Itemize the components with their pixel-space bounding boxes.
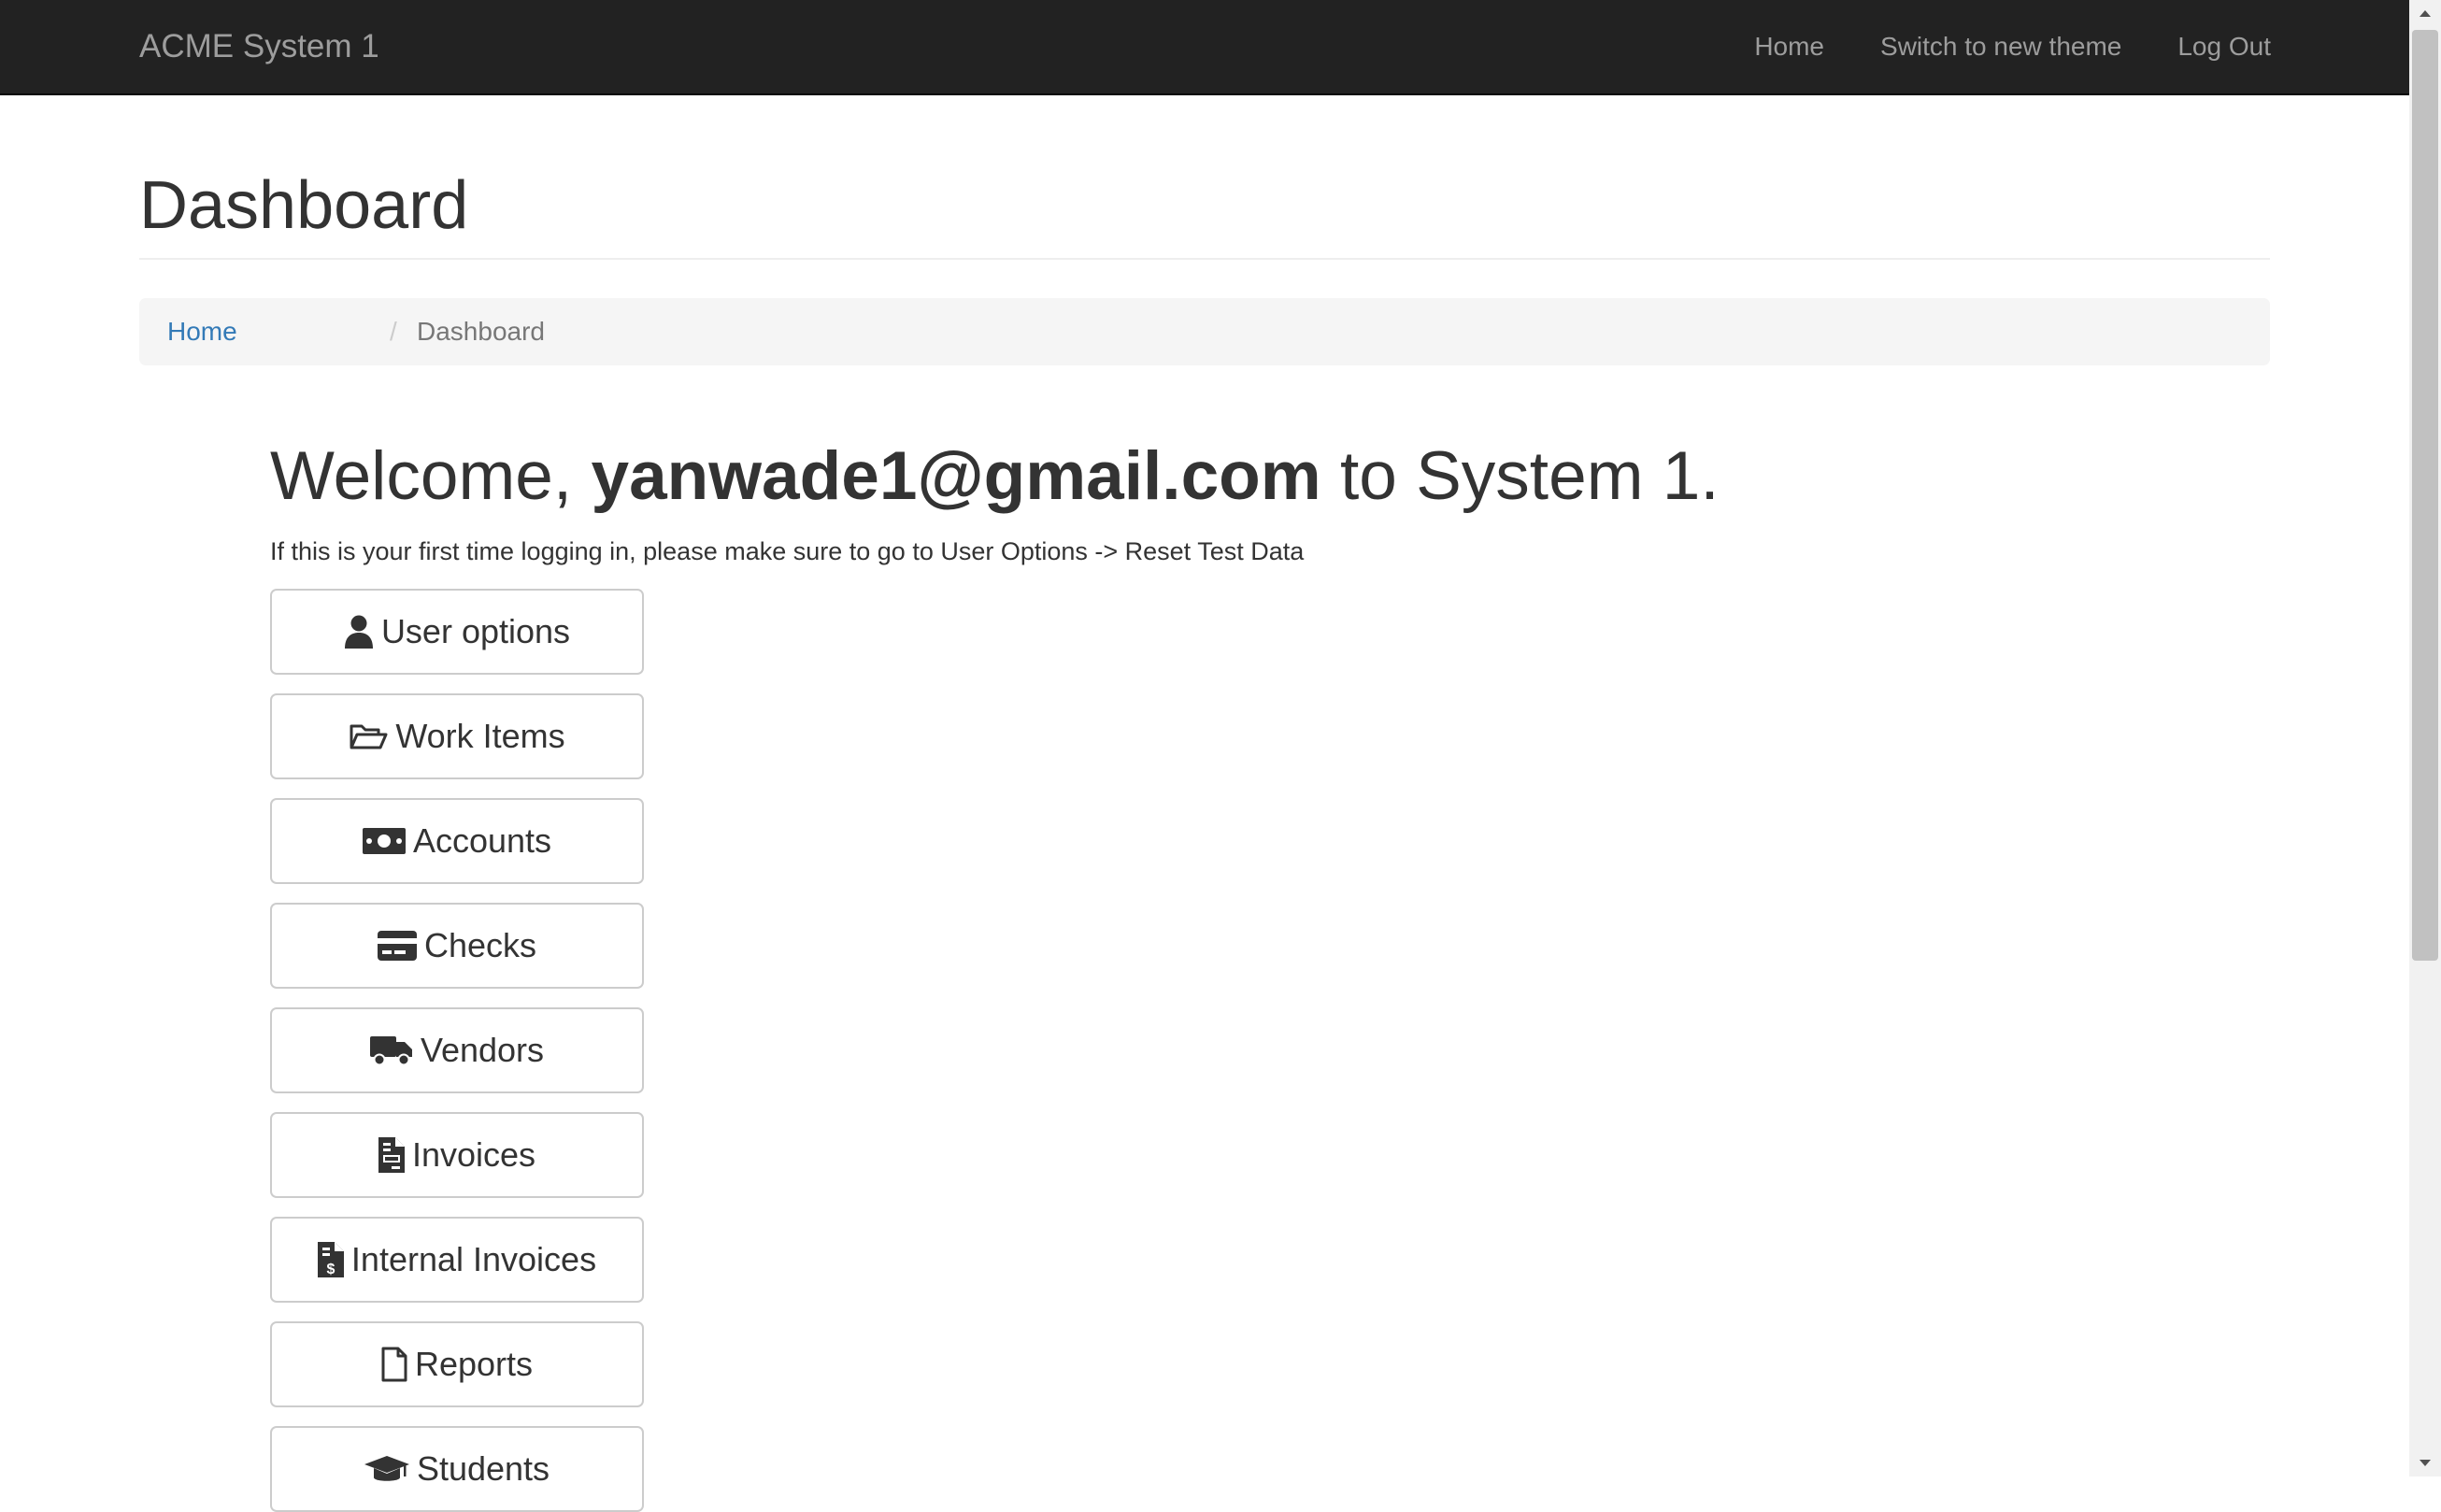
students-label: Students — [416, 1449, 550, 1488]
accounts-button[interactable]: Accounts — [270, 798, 644, 884]
breadcrumb-separator: / — [390, 317, 397, 346]
vendors-label: Vendors — [420, 1031, 545, 1069]
welcome-prefix: Welcome, — [270, 438, 592, 514]
invoices-button[interactable]: Invoices — [270, 1112, 644, 1198]
welcome-heading: Welcome, yanwade1@gmail.com to System 1. — [270, 425, 1720, 528]
file-icon — [381, 1347, 407, 1382]
vertical-scrollbar[interactable] — [2409, 0, 2441, 1476]
user-icon — [344, 615, 374, 649]
title-divider — [139, 258, 2270, 260]
welcome-email: yanwade1@gmail.com — [591, 438, 1321, 514]
breadcrumb-current: Dashboard — [417, 317, 545, 346]
reports-label: Reports — [414, 1345, 534, 1383]
brand-link[interactable]: ACME System 1 — [139, 0, 379, 93]
file-invoice-icon — [378, 1137, 405, 1173]
credit-card-icon — [377, 931, 417, 961]
welcome-suffix: to System 1. — [1320, 438, 1720, 514]
work-items-label: Work Items — [395, 717, 565, 755]
page-title: Dashboard — [139, 168, 469, 243]
nav-logout-link[interactable]: Log Out — [2177, 0, 2271, 93]
invoices-label: Invoices — [411, 1135, 536, 1174]
truck-icon — [369, 1034, 413, 1066]
graduation-cap-icon — [364, 1454, 409, 1484]
nav-switch-theme-link[interactable]: Switch to new theme — [1880, 0, 2121, 93]
scrollbar-thumb[interactable] — [2412, 30, 2438, 961]
first-login-hint: If this is your first time logging in, p… — [270, 537, 1305, 565]
nav-home-link[interactable]: Home — [1754, 0, 1824, 93]
breadcrumb: Home / Dashboard — [139, 298, 2270, 365]
svg-text:$: $ — [326, 1262, 335, 1277]
breadcrumb-home-link[interactable]: Home — [167, 298, 237, 365]
file-invoice-dollar-icon: $ — [317, 1242, 344, 1277]
internal-invoices-label: Internal Invoices — [350, 1240, 597, 1278]
money-bill-icon — [362, 828, 406, 854]
folder-open-icon — [349, 721, 388, 751]
user-options-button[interactable]: User options — [270, 589, 644, 675]
user-options-label: User options — [380, 612, 571, 650]
top-navbar: ACME System 1 Home Switch to new theme L… — [0, 0, 2409, 95]
checks-button[interactable]: Checks — [270, 903, 644, 989]
checks-label: Checks — [423, 926, 537, 964]
accounts-label: Accounts — [412, 821, 552, 860]
reports-button[interactable]: Reports — [270, 1321, 644, 1407]
students-button[interactable]: Students — [270, 1426, 644, 1512]
nav-links: Home Switch to new theme Log Out — [1698, 0, 2271, 93]
vendors-button[interactable]: Vendors — [270, 1007, 644, 1093]
scroll-down-arrow-icon[interactable] — [2409, 1448, 2441, 1476]
scroll-up-arrow-icon[interactable] — [2409, 0, 2441, 28]
work-items-button[interactable]: Work Items — [270, 693, 644, 779]
internal-invoices-button[interactable]: $ Internal Invoices — [270, 1217, 644, 1303]
